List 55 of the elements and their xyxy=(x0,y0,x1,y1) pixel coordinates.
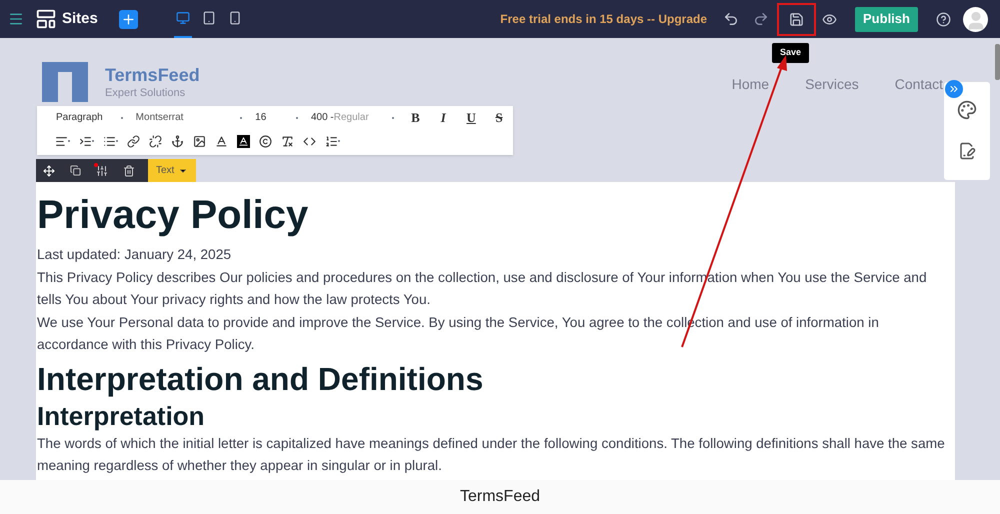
section-heading: Interpretation and Definitions xyxy=(37,360,484,398)
edit-icon[interactable] xyxy=(958,142,976,160)
element-type-dropdown[interactable]: Text xyxy=(148,159,196,182)
underline-button[interactable]: U xyxy=(457,108,486,128)
text-color-icon[interactable] xyxy=(215,134,228,148)
block-type-dropdown[interactable]: Paragraph xyxy=(51,110,131,125)
indent-icon[interactable] xyxy=(79,134,94,148)
strike-button[interactable]: S xyxy=(485,108,513,128)
app-title: Sites xyxy=(62,8,98,29)
anchor-icon[interactable] xyxy=(171,134,184,148)
italic-button[interactable]: I xyxy=(429,108,458,128)
code-icon[interactable] xyxy=(303,134,316,148)
page-title: Privacy Policy xyxy=(37,192,310,239)
clear-format-icon[interactable] xyxy=(281,134,294,148)
help-icon[interactable] xyxy=(936,12,951,26)
add-button[interactable] xyxy=(118,10,138,28)
subsection-heading: Interpretation xyxy=(37,400,206,432)
unlink-icon[interactable] xyxy=(149,134,162,148)
line-height-icon[interactable] xyxy=(325,134,340,148)
logo-subtitle: Expert Solutions xyxy=(105,86,186,101)
image-icon[interactable] xyxy=(193,134,206,148)
avatar[interactable] xyxy=(963,6,988,32)
tablet-icon xyxy=(202,11,216,25)
phone-icon xyxy=(228,11,242,25)
desktop-icon xyxy=(176,11,190,25)
copy-icon[interactable] xyxy=(70,165,81,176)
settings-icon[interactable] xyxy=(96,164,108,176)
redo-icon[interactable] xyxy=(753,11,769,27)
preview-icon[interactable] xyxy=(822,12,837,26)
sites-icon[interactable] xyxy=(35,8,57,30)
menu-icon[interactable] xyxy=(8,11,24,27)
save-icon[interactable] xyxy=(789,12,804,26)
scrollbar-thumb[interactable] xyxy=(995,44,1000,80)
move-icon[interactable] xyxy=(43,164,55,176)
plus-icon xyxy=(120,12,136,26)
font-dropdown[interactable]: Montserrat xyxy=(130,110,250,125)
caption: TermsFeed xyxy=(0,480,1000,514)
font-size-dropdown[interactable]: 16 xyxy=(250,110,306,125)
font-weight-dropdown[interactable]: 400 -Regular xyxy=(306,110,402,125)
logo-title: TermsFeed xyxy=(105,65,200,85)
paragraph: The words of which the initial letter is capitalized have meanings defined under the following conditions. The following definitions shall have the same meaning regardless of whether they appear in singular or in plural. xyxy=(37,434,945,475)
align-left-icon[interactable] xyxy=(55,134,70,148)
list-icon[interactable] xyxy=(103,134,118,148)
logo-icon xyxy=(42,62,88,102)
palette-icon[interactable] xyxy=(957,100,977,120)
copyright-icon[interactable] xyxy=(259,134,272,148)
link-icon[interactable] xyxy=(127,134,140,148)
highlight-icon[interactable] xyxy=(237,134,250,148)
chevrons-right-icon xyxy=(948,83,960,95)
trial-notice[interactable]: Free trial ends in 15 days -- Upgrade xyxy=(500,10,707,28)
undo-icon[interactable] xyxy=(723,11,739,27)
tooltip: Save xyxy=(772,43,810,63)
delete-icon[interactable] xyxy=(123,164,135,176)
paragraph: Last updated: January 24, 2025 xyxy=(37,246,232,264)
bold-button[interactable]: B xyxy=(402,108,430,128)
